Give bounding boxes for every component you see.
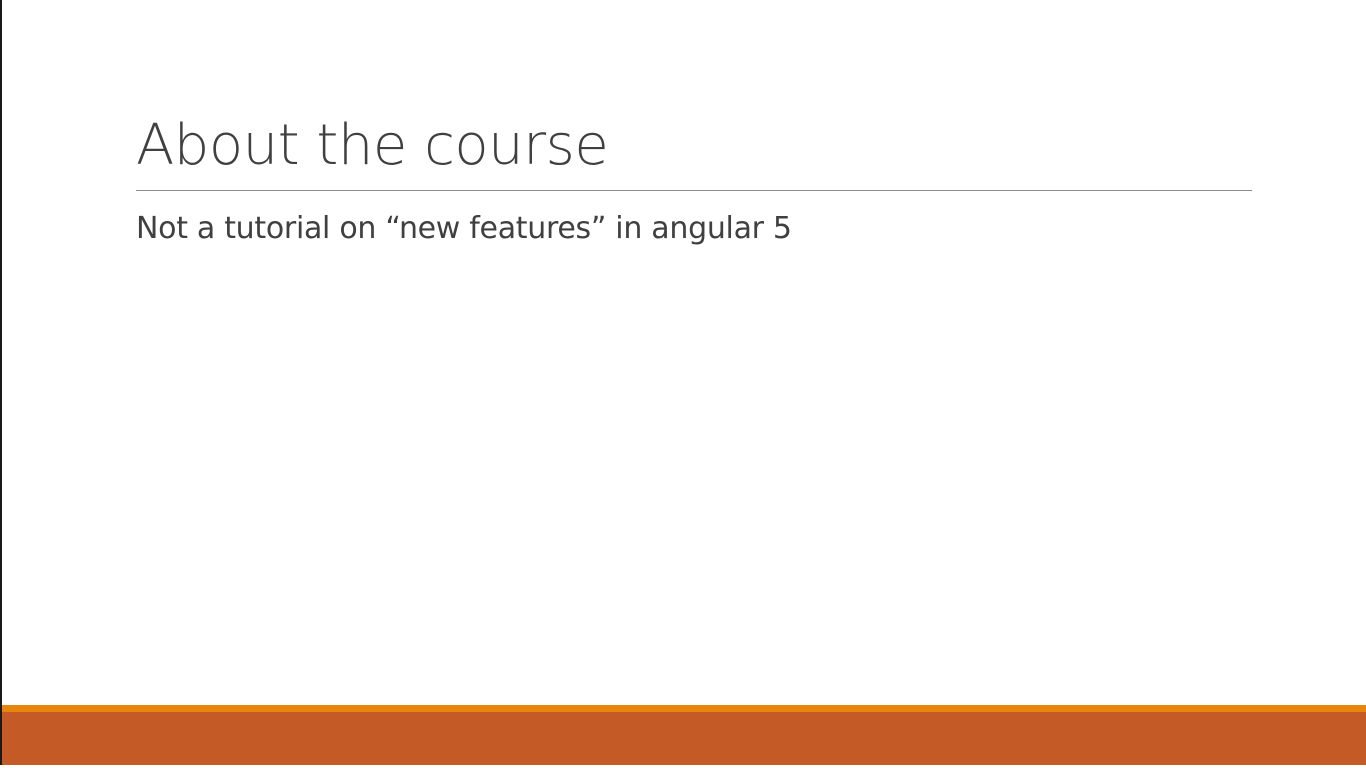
footer-accent-stripe xyxy=(2,705,1366,712)
slide-title: About the course xyxy=(136,113,609,178)
slide-body-text: Not a tutorial on “new features” in angu… xyxy=(136,211,792,246)
presentation-slide: About the course Not a tutorial on “new … xyxy=(0,0,1366,768)
title-divider xyxy=(136,190,1252,191)
footer-band xyxy=(2,712,1366,765)
slide-left-border xyxy=(0,0,2,768)
